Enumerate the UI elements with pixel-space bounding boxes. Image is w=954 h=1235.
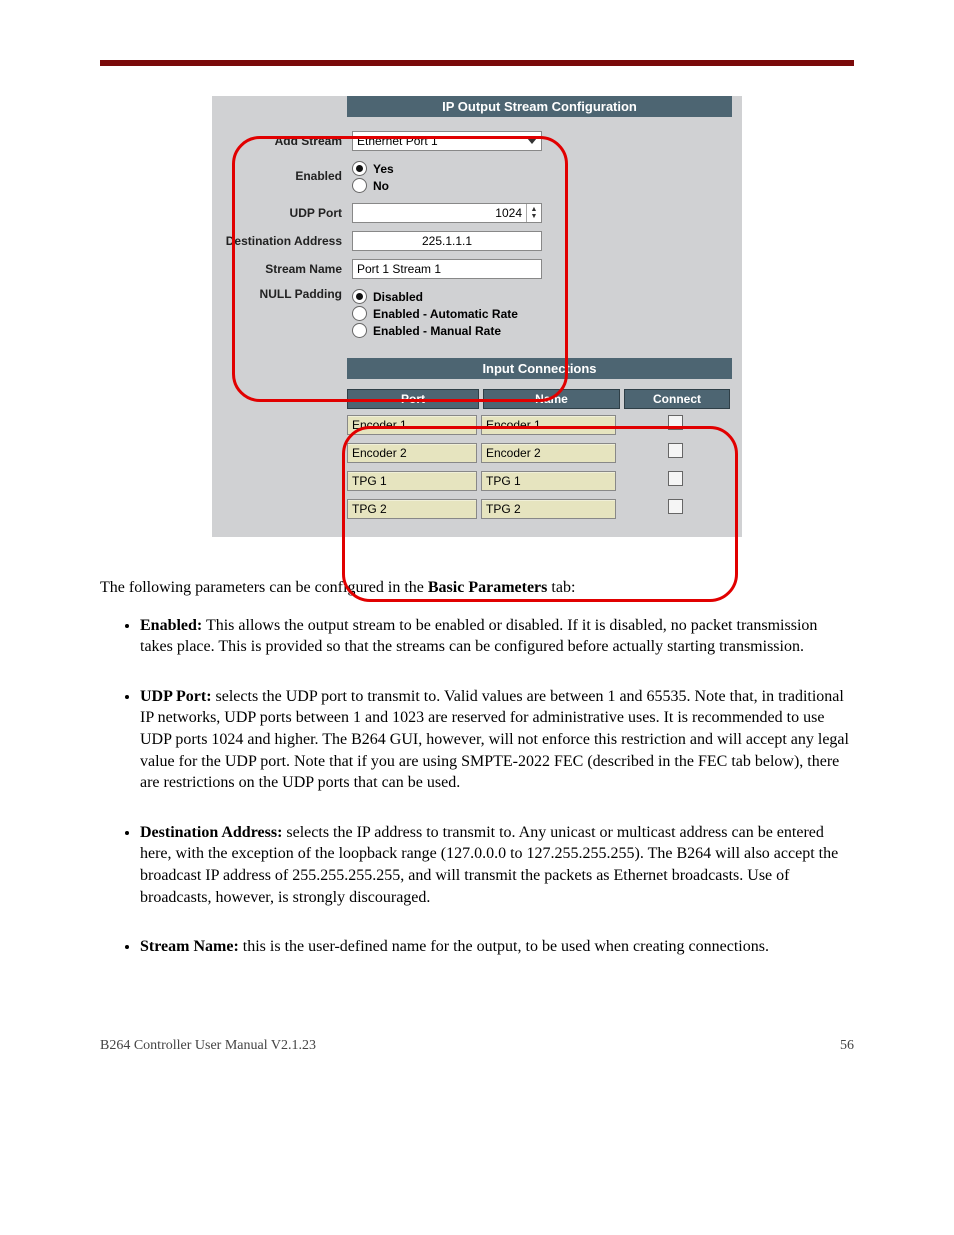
- th-connect: Connect: [624, 389, 730, 409]
- cell-port: TPG 1: [347, 471, 477, 491]
- label-udp-port: UDP Port: [222, 206, 352, 220]
- table-row: TPG 2 TPG 2: [347, 499, 730, 519]
- cell-name: TPG 1: [481, 471, 616, 491]
- label-null-padding: NULL Padding: [222, 287, 352, 301]
- label-dest-addr: Destination Address: [222, 234, 352, 248]
- connect-checkbox[interactable]: [668, 443, 683, 458]
- radio-enabled-yes[interactable]: [352, 161, 367, 176]
- table-row: Encoder 1 Encoder 1: [347, 415, 730, 435]
- bullet-udp-port: UDP Port: selects the UDP port to transm…: [140, 686, 854, 794]
- radio-label-no: No: [373, 179, 389, 193]
- radio-null-disabled[interactable]: [352, 289, 367, 304]
- cell-port: Encoder 1: [347, 415, 477, 435]
- radio-null-manual[interactable]: [352, 323, 367, 338]
- udp-port-input[interactable]: [353, 204, 526, 222]
- cell-name: Encoder 2: [481, 443, 616, 463]
- radio-label-null-disabled: Disabled: [373, 290, 423, 304]
- cell-port: TPG 2: [347, 499, 477, 519]
- add-stream-selected: Ethernet Port 1: [357, 134, 438, 148]
- intro-paragraph: The following parameters can be configur…: [100, 577, 854, 599]
- bullet-stream-name: Stream Name: this is the user-defined na…: [140, 936, 854, 958]
- dest-addr-input[interactable]: [352, 231, 542, 251]
- input-table-header: Port Name Connect: [347, 389, 730, 409]
- cell-name: Encoder 1: [481, 415, 616, 435]
- label-enabled: Enabled: [222, 159, 352, 183]
- screenshot-panel: IP Output Stream Configuration Add Strea…: [212, 96, 742, 537]
- radio-enabled-no[interactable]: [352, 178, 367, 193]
- footer-page: 56: [840, 1038, 854, 1054]
- th-port: Port: [347, 389, 479, 409]
- radio-label-yes: Yes: [373, 162, 394, 176]
- udp-port-field[interactable]: ▲▼: [352, 203, 542, 223]
- table-row: TPG 1 TPG 1: [347, 471, 730, 491]
- stream-name-input[interactable]: [352, 259, 542, 279]
- add-stream-select[interactable]: Ethernet Port 1: [352, 131, 542, 151]
- label-add-stream: Add Stream: [222, 134, 352, 148]
- cell-port: Encoder 2: [347, 443, 477, 463]
- radio-null-auto[interactable]: [352, 306, 367, 321]
- bullet-dest-addr: Destination Address: selects the IP addr…: [140, 822, 854, 908]
- th-name: Name: [483, 389, 620, 409]
- chevron-down-icon: [527, 138, 537, 144]
- cell-name: TPG 2: [481, 499, 616, 519]
- table-row: Encoder 2 Encoder 2: [347, 443, 730, 463]
- spinner-icon[interactable]: ▲▼: [526, 204, 541, 222]
- connect-checkbox[interactable]: [668, 471, 683, 486]
- connect-checkbox[interactable]: [668, 499, 683, 514]
- footer-title: B264 Controller User Manual V2.1.23: [100, 1038, 316, 1054]
- header-rule: [100, 60, 854, 66]
- label-stream-name: Stream Name: [222, 262, 352, 276]
- radio-label-null-manual: Enabled - Manual Rate: [373, 324, 501, 338]
- ip-output-header: IP Output Stream Configuration: [347, 96, 732, 117]
- radio-label-null-auto: Enabled - Automatic Rate: [373, 307, 518, 321]
- input-connections-header: Input Connections: [347, 358, 732, 379]
- connect-checkbox[interactable]: [668, 415, 683, 430]
- bullet-enabled: Enabled: This allows the output stream t…: [140, 615, 854, 658]
